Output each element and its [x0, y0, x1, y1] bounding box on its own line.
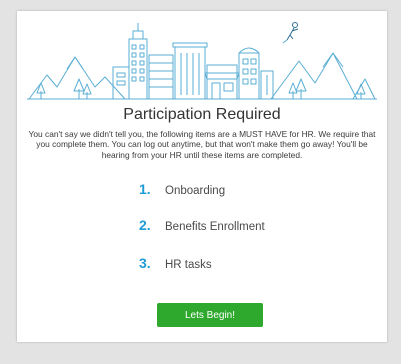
- item-label: HR tasks: [165, 259, 212, 271]
- jetpack-person-icon: [282, 22, 299, 44]
- lets-begin-button[interactable]: Lets Begin!: [157, 303, 263, 327]
- dialog-title: Participation Required: [123, 106, 281, 123]
- participation-dialog: Participation Required You can't say we …: [17, 11, 387, 342]
- item-label: Onboarding: [165, 185, 226, 197]
- item-label: Benefits Enrollment: [165, 221, 265, 233]
- requirement-item-hr-tasks: 3. HR tasks: [139, 255, 212, 271]
- item-number: 3.: [139, 255, 151, 271]
- item-number: 1.: [139, 181, 151, 197]
- dialog-description: You can't say we didn't tell you, the fo…: [28, 129, 376, 160]
- item-number: 2.: [139, 217, 151, 233]
- requirement-item-onboarding: 1. Onboarding: [139, 181, 225, 197]
- requirement-item-benefits-enrollment: 2. Benefits Enrollment: [139, 217, 265, 233]
- city-skyline-illustration: [27, 22, 377, 100]
